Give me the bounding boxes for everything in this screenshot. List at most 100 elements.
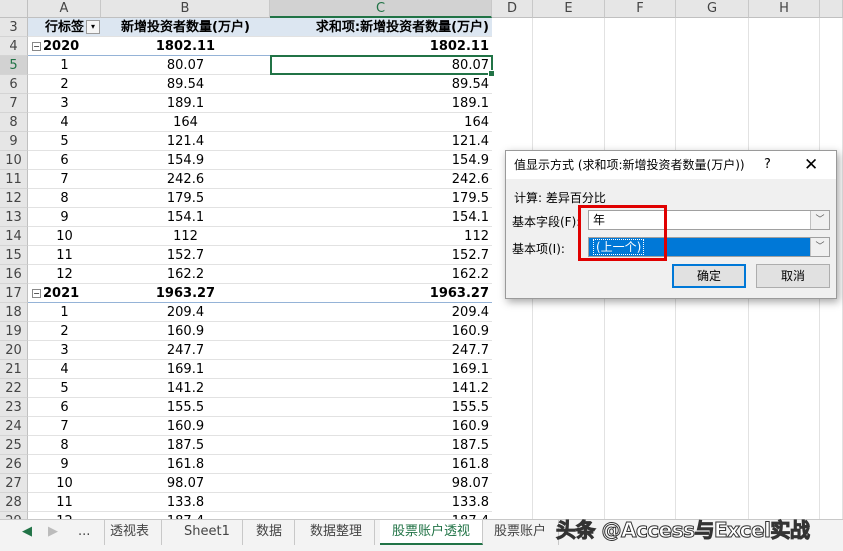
row-number[interactable]: 22 [0,379,28,398]
row-number[interactable]: 3 [0,18,28,37]
cell-c[interactable]: 141.2 [270,379,492,398]
cell-a[interactable]: 8 [28,189,101,208]
row-number[interactable]: 27 [0,474,28,493]
row-number[interactable]: 15 [0,246,28,265]
cell-a[interactable]: 4 [28,113,101,132]
cell-c[interactable]: 152.7 [270,246,492,265]
cell-b[interactable]: 155.5 [101,398,270,417]
cell-b[interactable]: 80.07 [101,56,270,75]
cell-b[interactable]: 179.5 [101,189,270,208]
sheet-tab[interactable]: Sheet1 [172,520,243,545]
row-number[interactable]: 10 [0,151,28,170]
cell-a[interactable]: 5 [28,132,101,151]
filter-dropdown-icon[interactable]: ▾ [86,20,100,34]
cell-a[interactable]: 9 [28,455,101,474]
cell-c[interactable]: 187.5 [270,436,492,455]
row-number[interactable]: 19 [0,322,28,341]
cell-c[interactable]: 155.5 [270,398,492,417]
cell-a[interactable]: 1 [28,303,101,322]
row-number[interactable]: 26 [0,455,28,474]
select-all-corner[interactable] [0,0,28,18]
cell-a[interactable]: 6 [28,398,101,417]
cell-c[interactable]: 154.9 [270,151,492,170]
row-number[interactable]: 7 [0,94,28,113]
cell-c[interactable]: 179.5 [270,189,492,208]
column-header[interactable]: B [101,0,270,18]
cell-c[interactable]: 187.4 [270,512,492,519]
cell-b[interactable]: 187.5 [101,436,270,455]
ok-button[interactable]: 确定 [672,264,746,288]
row-number[interactable]: 23 [0,398,28,417]
chevron-down-icon[interactable]: ﹀ [810,211,829,229]
cell-b[interactable]: 242.6 [101,170,270,189]
cell-a[interactable]: −2021 [28,284,101,303]
column-header[interactable]: D [492,0,533,18]
help-button[interactable]: ? [764,151,771,179]
cell-b[interactable]: 152.7 [101,246,270,265]
sheet-tab[interactable]: 股票账户透视 [380,520,484,545]
cell-b[interactable]: 160.9 [101,417,270,436]
cell-a[interactable]: 10 [28,227,101,246]
cell-a[interactable]: 11 [28,493,101,512]
cell-a[interactable]: 4 [28,360,101,379]
cell-b[interactable]: 161.8 [101,455,270,474]
cell-b[interactable]: 169.1 [101,360,270,379]
row-number[interactable]: 20 [0,341,28,360]
sheet-tab[interactable]: 数据整理 [298,520,376,545]
cell-b[interactable]: 209.4 [101,303,270,322]
cell-a[interactable]: 3 [28,341,101,360]
sheet-tab[interactable]: 透视表 [98,520,163,545]
cell-b[interactable]: 1963.27 [101,284,270,303]
cell-a[interactable]: 8 [28,436,101,455]
cell-c[interactable]: 1802.11 [270,37,492,56]
cell-b[interactable]: 154.1 [101,208,270,227]
cell-b[interactable]: 1802.11 [101,37,270,56]
column-header[interactable]: C [270,0,492,18]
cell-b[interactable]: 247.7 [101,341,270,360]
cell-a[interactable]: 12 [28,512,101,519]
cell-c[interactable]: 164 [270,113,492,132]
cell-c[interactable]: 160.9 [270,417,492,436]
cell-c[interactable]: 89.54 [270,75,492,94]
cell-a[interactable]: 2 [28,322,101,341]
cell-b[interactable]: 121.4 [101,132,270,151]
row-number[interactable]: 18 [0,303,28,322]
row-number[interactable]: 11 [0,170,28,189]
row-number[interactable]: 29 [0,512,28,519]
column-header[interactable]: A [28,0,101,18]
cell-c[interactable]: 169.1 [270,360,492,379]
cell-b[interactable]: 133.8 [101,493,270,512]
cell-c[interactable]: 98.07 [270,474,492,493]
prev-sheet-button[interactable]: ◀ [18,520,36,545]
cell-a[interactable]: 11 [28,246,101,265]
row-number[interactable]: 16 [0,265,28,284]
row-number[interactable]: 6 [0,75,28,94]
cell-b[interactable]: 141.2 [101,379,270,398]
cell-a[interactable]: 7 [28,417,101,436]
cell-c[interactable]: 133.8 [270,493,492,512]
sheet-tab[interactable]: 数据 [244,520,296,545]
cell-b[interactable]: 189.1 [101,94,270,113]
row-number[interactable]: 14 [0,227,28,246]
row-number[interactable]: 9 [0,132,28,151]
cell-a[interactable]: 12 [28,265,101,284]
row-number[interactable]: 4 [0,37,28,56]
cell-c[interactable]: 209.4 [270,303,492,322]
cell-a[interactable]: 3 [28,94,101,113]
cell-a[interactable]: 10 [28,474,101,493]
cell-c[interactable]: 247.7 [270,341,492,360]
cancel-button[interactable]: 取消 [756,264,830,288]
sheet-tab[interactable]: 股票账户 [482,520,560,545]
cell-a[interactable]: 1 [28,56,101,75]
cell-c[interactable]: 242.6 [270,170,492,189]
cell-a[interactable]: 7 [28,170,101,189]
cell-c[interactable]: 189.1 [270,94,492,113]
cell-b[interactable]: 160.9 [101,322,270,341]
row-number[interactable]: 28 [0,493,28,512]
cell-c[interactable]: 154.1 [270,208,492,227]
cell-c[interactable]: 求和项:新增投资者数量(万户) [270,18,492,37]
column-header[interactable]: H [749,0,820,18]
row-number[interactable]: 13 [0,208,28,227]
cell-c[interactable]: 161.8 [270,455,492,474]
cell-a[interactable]: 6 [28,151,101,170]
